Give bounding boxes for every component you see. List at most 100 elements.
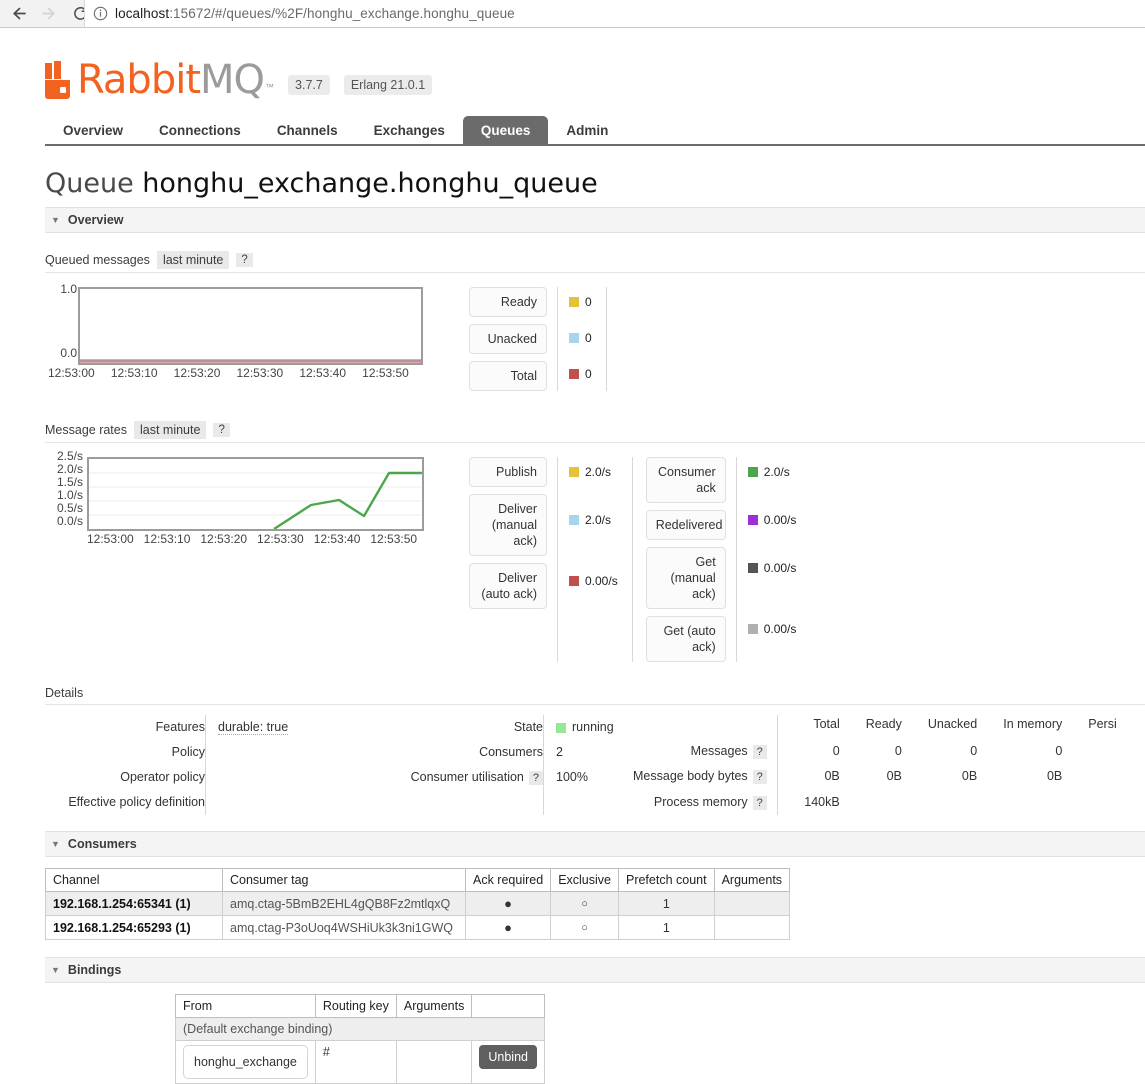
consumers-col-exclusive[interactable]: Exclusive: [550, 868, 619, 892]
bindings-col-routing-key[interactable]: Routing key: [314, 994, 397, 1018]
x-tick: 12:53:20: [173, 366, 221, 380]
tab-queues[interactable]: Queues: [462, 116, 549, 144]
back-arrow-icon[interactable]: [6, 1, 32, 27]
rabbitmq-logo[interactable]: RabbitMQ ™: [45, 60, 274, 100]
consumer-ack-required: ●: [464, 915, 552, 940]
msg-cell: 0: [894, 743, 902, 758]
legend-button-total[interactable]: Total: [469, 361, 547, 391]
process-memory-help-icon[interactable]: ?: [752, 796, 767, 811]
x-tick: 12:53:10: [143, 532, 191, 546]
x-tick: 12:53:00: [48, 366, 95, 380]
section-consumers-header[interactable]: ▼ Consumers: [45, 831, 1145, 857]
unbind-button[interactable]: Unbind: [479, 1045, 537, 1069]
consumers-col-arguments[interactable]: Arguments: [713, 868, 791, 892]
legend-value-row: 0.00/s: [747, 553, 796, 582]
consumer-channel[interactable]: 192.168.1.254:65293 (1): [45, 915, 223, 940]
msg-cell: [1062, 789, 1116, 815]
msg-col-in-memory: In memory: [1003, 717, 1063, 732]
consumers-col-consumer-tag[interactable]: Consumer tag: [222, 868, 466, 892]
legend-swatch-ready: [569, 296, 579, 307]
message-rates-label: Message rates: [45, 423, 127, 437]
bindings-col-arguments[interactable]: Arguments: [395, 994, 473, 1018]
queued-messages-help-icon[interactable]: ?: [236, 253, 253, 267]
legend-swatch-deliver-auto-ack: [569, 575, 579, 586]
legend-button-unacked[interactable]: Unacked: [469, 324, 547, 354]
msg-cell: 0B: [886, 769, 902, 784]
consumer-channel[interactable]: 192.168.1.254:65341 (1): [45, 891, 223, 916]
rabbitmq-logo-icon: [45, 61, 75, 99]
consumer-prefetch-count: 1: [617, 891, 715, 916]
legend-swatch-unacked: [569, 332, 579, 343]
legend-button-get-auto-ack[interactable]: Get (auto ack): [645, 616, 726, 662]
queued-messages-chart: 1.0 0.0 12:53:00 12:53:10 12:53:20 12:53…: [45, 282, 425, 391]
msg-cell: 0B: [961, 769, 978, 784]
legend-item: Total: [469, 361, 547, 391]
queued-messages-label: Queued messages: [45, 253, 150, 267]
legend-button-deliver-auto-ack[interactable]: Deliver (auto ack): [469, 563, 547, 609]
consumers-col-channel[interactable]: Channel: [45, 868, 223, 892]
message-rates-help-icon[interactable]: ?: [213, 423, 230, 437]
legend-value-ready: 0: [585, 294, 592, 309]
legend-swatch-total: [569, 368, 579, 379]
info-circle-icon[interactable]: [93, 6, 108, 21]
url-text: localhost:15672/#/queues/%2F/honghu_exch…: [115, 6, 515, 21]
details-value-state: running: [556, 715, 623, 740]
table-row: 192.168.1.254:65293 (1) amq.ctag-P3oUoq4…: [45, 915, 791, 940]
tab-admin[interactable]: Admin: [548, 116, 626, 144]
message-body-bytes-help-icon[interactable]: ?: [752, 770, 767, 785]
consumer-ack-required: ●: [464, 891, 552, 916]
tab-channels[interactable]: Channels: [259, 116, 356, 144]
legend-value-total: 0: [585, 366, 592, 381]
details-key-consumers: Consumers: [479, 745, 543, 759]
url-host: localhost: [115, 6, 170, 21]
msg-cell: [977, 789, 1062, 815]
legend-value-row: 0.00/s: [747, 614, 796, 643]
consumer-tag: amq.ctag-5BmB2EHL4gQB8Fz2mtlqxQ: [222, 891, 466, 916]
x-tick: 12:53:40: [313, 532, 361, 546]
details-key-policy: Policy: [171, 745, 205, 759]
tab-exchanges[interactable]: Exchanges: [356, 116, 463, 144]
section-overview-header[interactable]: ▼ Overview: [45, 207, 1145, 233]
bindings-default-row: (Default exchange binding): [175, 1017, 545, 1041]
queued-messages-series-svg: [80, 359, 421, 363]
version-badge: 3.7.7: [288, 75, 330, 95]
queued-messages-y-axis: 1.0 0.0: [45, 282, 77, 360]
legend-swatch-publish: [569, 466, 579, 477]
msg-row-label-message-body-bytes: Message body bytes?: [633, 763, 777, 789]
tab-overview[interactable]: Overview: [45, 116, 141, 144]
section-bindings-header[interactable]: ▼ Bindings: [45, 957, 1145, 983]
legend-value-row: 0.00/s: [569, 566, 618, 595]
msg-col-persistent: Persi: [1088, 717, 1117, 732]
msg-cell: [1062, 763, 1116, 789]
address-bar[interactable]: localhost:15672/#/queues/%2F/honghu_exch…: [84, 0, 1145, 27]
x-tick: 12:53:30: [236, 366, 284, 380]
consumer-utilisation-help-icon[interactable]: ?: [528, 771, 543, 785]
details-value-consumer-utilisation: 100%: [556, 770, 588, 784]
tab-connections[interactable]: Connections: [141, 116, 259, 144]
legend-button-consumer-ack[interactable]: Consumer ack: [645, 457, 726, 503]
messages-help-icon[interactable]: ?: [752, 744, 767, 759]
legend-button-publish[interactable]: Publish: [469, 457, 547, 487]
binding-source-exchange-link[interactable]: honghu_exchange: [183, 1045, 308, 1079]
msg-cell: 0: [1055, 743, 1063, 758]
consumers-col-ack-required[interactable]: Ack required: [464, 868, 552, 892]
y-tick: 0.0/s: [56, 514, 83, 528]
legend-button-get-manual-ack[interactable]: Get (manual ack): [645, 547, 726, 609]
section-overview-label: Overview: [67, 213, 124, 227]
bindings-col-from[interactable]: From: [175, 994, 316, 1018]
legend-button-redelivered[interactable]: Redelivered: [645, 510, 726, 540]
legend-item: Redelivered: [645, 510, 726, 540]
details-key-state: State: [513, 720, 543, 734]
legend-button-deliver-manual-ack[interactable]: Deliver (manual ack): [469, 494, 547, 556]
msg-cell: 0B: [1046, 769, 1063, 784]
legend-button-ready[interactable]: Ready: [469, 287, 547, 317]
legend-swatch-get-auto-ack: [747, 623, 758, 634]
caret-down-icon: ▼: [51, 839, 60, 849]
queued-messages-period[interactable]: last minute: [156, 251, 230, 269]
legend-item: Get (manual ack): [645, 547, 726, 609]
consumer-arguments: [713, 891, 791, 916]
message-rates-period[interactable]: last minute: [133, 421, 207, 439]
consumers-col-prefetch-count[interactable]: Prefetch count: [617, 868, 715, 892]
y-tick: 0.0: [60, 346, 77, 360]
erlang-version-badge: Erlang 21.0.1: [343, 75, 433, 95]
